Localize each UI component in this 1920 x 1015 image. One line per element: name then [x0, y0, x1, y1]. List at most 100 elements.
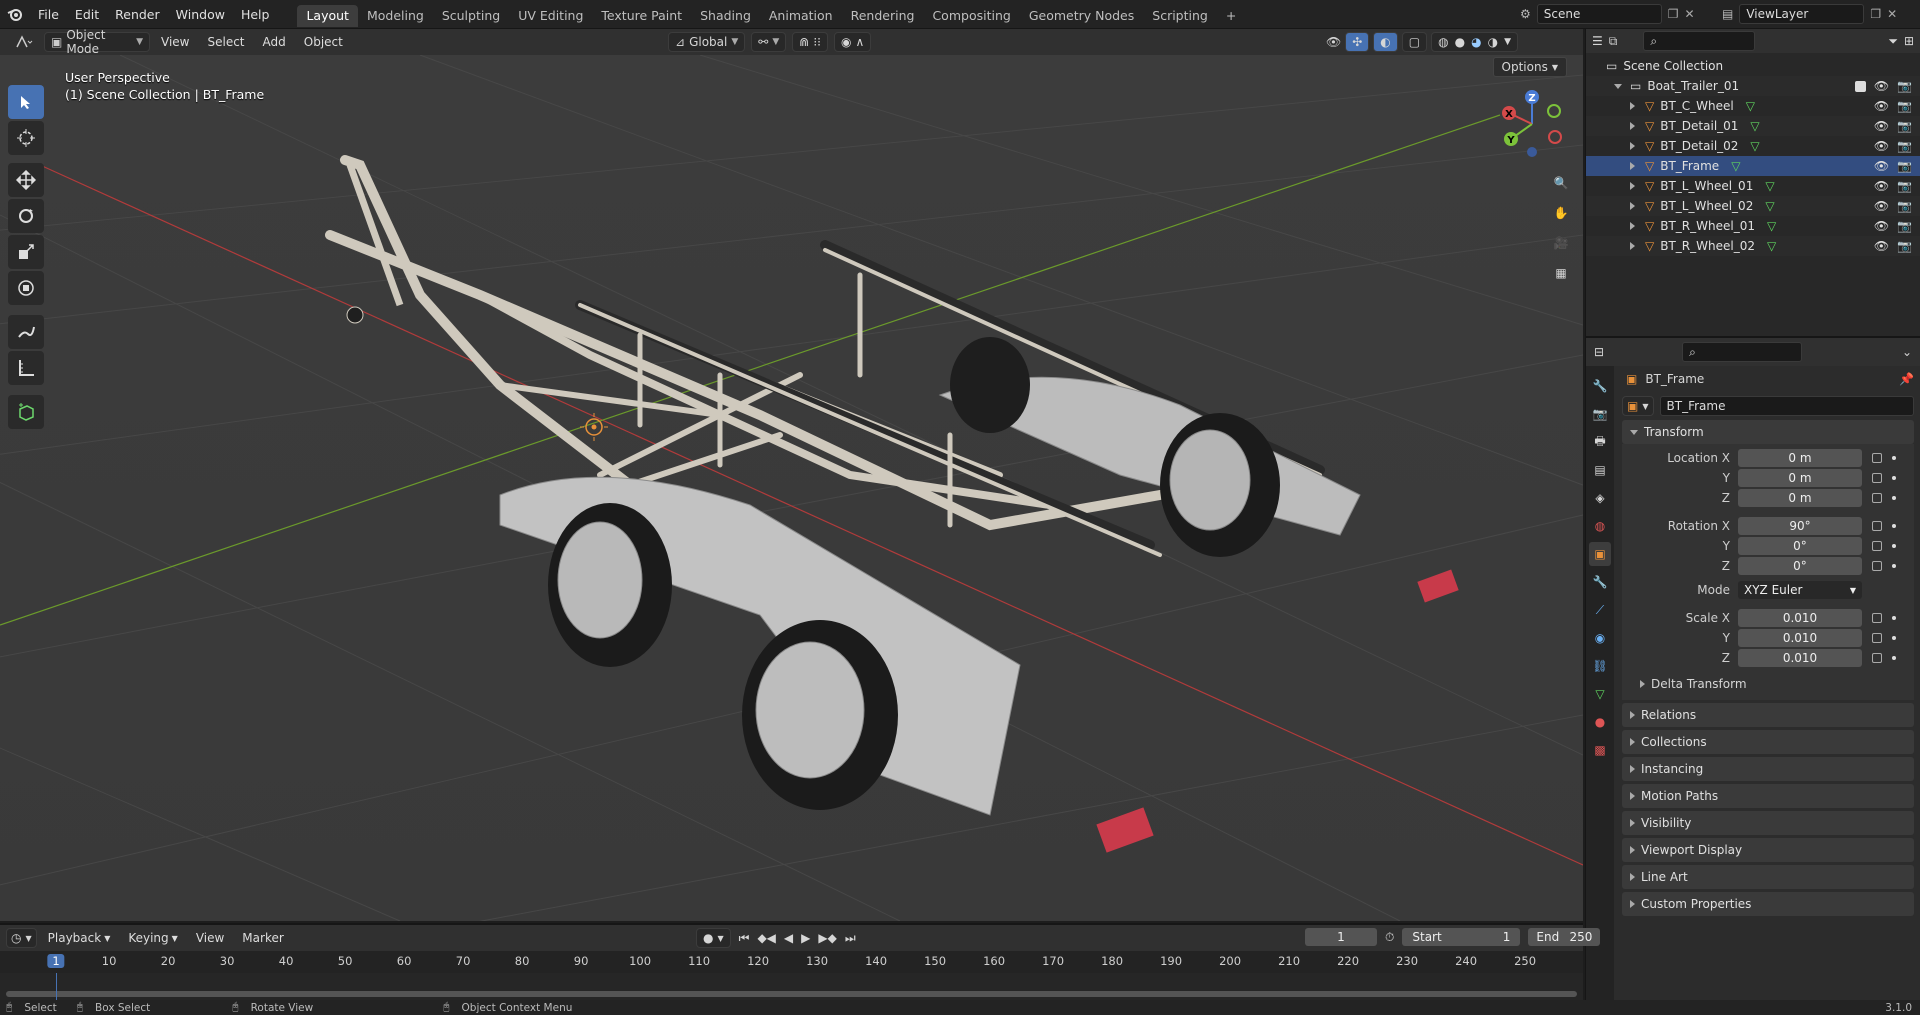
camera-render-icon[interactable]: 📷 [1897, 179, 1912, 193]
annotate-tool[interactable] [8, 315, 44, 349]
viewport-scene[interactable] [0, 55, 1583, 921]
menu-edit[interactable]: Edit [67, 0, 107, 29]
scene-tab-icon[interactable]: ◈ [1589, 486, 1611, 510]
gizmo-neg-x[interactable] [1548, 130, 1562, 144]
keyframe-dot-icon[interactable] [1892, 564, 1896, 568]
tab-sculpting[interactable]: Sculpting [433, 5, 509, 27]
eye-icon[interactable]: 👁 [1874, 219, 1889, 233]
panel-header-motion-paths[interactable]: Motion Paths [1622, 784, 1914, 808]
eye-icon[interactable]: 👁 [1874, 139, 1889, 153]
outliner-item[interactable]: ▽ BT_R_Wheel_02 ▽ 👁 📷 [1586, 236, 1920, 256]
lock-icon[interactable] [1872, 561, 1882, 571]
gizmo-neg-y[interactable] [1547, 104, 1561, 118]
ortho-toggle-button[interactable]: ▦ [1548, 260, 1574, 286]
tab-rendering[interactable]: Rendering [842, 5, 924, 27]
scale-y-field[interactable]: 0.010 [1738, 629, 1862, 647]
menu-timeline-view[interactable]: View [189, 928, 231, 948]
output-tab-icon[interactable]: 🖶 [1589, 430, 1611, 454]
lock-icon[interactable] [1872, 653, 1882, 663]
panel-header-line-art[interactable]: Line Art [1622, 865, 1914, 889]
camera-view-button[interactable]: 🎥 [1548, 230, 1574, 256]
mesh-data-icon[interactable]: ▽ [1750, 119, 1759, 133]
menu-select[interactable]: Select [200, 32, 251, 52]
eye-icon[interactable]: 👁 [1874, 99, 1889, 113]
timeline-ruler[interactable]: 1 10 20 30 40 50 60 70 80 90 100 110 120 130 140 150 160… [0, 951, 1583, 973]
lock-icon[interactable] [1872, 633, 1882, 643]
exclude-checkbox[interactable] [1854, 80, 1866, 92]
xray-toggle[interactable]: ▢ [1401, 32, 1428, 52]
keyframe-dot-icon[interactable] [1892, 476, 1896, 480]
modifier-tab-icon[interactable]: 🔧 [1589, 570, 1611, 594]
auto-keying-toggle[interactable]: ● ▼ [696, 928, 731, 948]
menu-render[interactable]: Render [107, 0, 168, 29]
tab-uv-editing[interactable]: UV Editing [509, 5, 592, 27]
copy-view-layer-icon[interactable]: ❐ [1870, 7, 1881, 21]
navigation-gizmo[interactable]: Z X Y [1497, 89, 1567, 159]
orientation-dropdown[interactable]: ⊿ Global ▼ [668, 32, 746, 52]
panel-header-custom-properties[interactable]: Custom Properties [1622, 892, 1914, 916]
mesh-data-icon[interactable]: ▽ [1767, 239, 1776, 253]
current-frame-field[interactable]: 1 [1305, 928, 1377, 946]
scale-tool[interactable] [8, 235, 44, 269]
constraints-tab-icon[interactable]: ⛓ [1589, 654, 1611, 678]
object-name-field[interactable]: BT_Frame [1659, 396, 1914, 416]
tab-shading[interactable]: Shading [691, 5, 760, 27]
mesh-data-icon[interactable]: ▽ [1765, 179, 1774, 193]
keyframe-dot-icon[interactable] [1892, 544, 1896, 548]
view-layer-icon[interactable]: ▤ [1722, 7, 1733, 21]
menu-help[interactable]: Help [233, 0, 278, 29]
material-tab-icon[interactable]: ● [1589, 710, 1611, 734]
chevron-down-icon[interactable]: ⌄ [1902, 345, 1912, 359]
delta-transform-subpanel[interactable]: Delta Transform [1622, 674, 1914, 694]
keyframe-dot-icon[interactable] [1892, 616, 1896, 620]
display-mode-icon[interactable]: ⧉ [1609, 34, 1618, 49]
scene-icon[interactable]: ⚙ [1520, 7, 1531, 21]
panel-header-instancing[interactable]: Instancing [1622, 757, 1914, 781]
outliner-item[interactable]: ▽ BT_C_Wheel ▽ 👁 📷 [1586, 96, 1920, 116]
move-tool[interactable] [8, 163, 44, 197]
tab-modeling[interactable]: Modeling [358, 5, 433, 27]
keyframe-dot-icon[interactable] [1892, 524, 1896, 528]
lock-icon[interactable] [1872, 613, 1882, 623]
scale-z-field[interactable]: 0.010 [1738, 649, 1862, 667]
location-z-field[interactable]: 0 m [1738, 489, 1862, 507]
menu-file[interactable]: File [30, 0, 67, 29]
editor-type-button[interactable]: ◷ ▼ [6, 928, 37, 948]
panel-header-collections[interactable]: Collections [1622, 730, 1914, 754]
panel-header-visibility[interactable]: Visibility [1622, 811, 1914, 835]
tool-tab-icon[interactable]: 🔧 [1589, 374, 1611, 398]
mesh-data-icon[interactable]: ▽ [1731, 159, 1740, 173]
menu-window[interactable]: Window [168, 0, 233, 29]
visibility-icon[interactable]: 👁 [1326, 35, 1341, 49]
camera-render-icon[interactable]: 📷 [1897, 139, 1912, 153]
pin-icon[interactable]: 📌 [1899, 372, 1914, 386]
measure-tool[interactable] [8, 351, 44, 385]
gizmo-toggle[interactable]: ✣ [1345, 32, 1370, 52]
keyframe-dot-icon[interactable] [1892, 636, 1896, 640]
chevron-down-icon[interactable]: ▼ [1504, 37, 1511, 47]
tab-geometry-nodes[interactable]: Geometry Nodes [1020, 5, 1143, 27]
menu-marker[interactable]: Marker [235, 928, 290, 948]
play-icon[interactable]: ▶ [801, 931, 810, 945]
eye-icon[interactable]: 👁 [1874, 199, 1889, 213]
play-reverse-icon[interactable]: ◀ [784, 931, 793, 945]
gizmo-neg-z[interactable] [1527, 147, 1537, 157]
editor-type-icon[interactable]: ☰ [1592, 34, 1603, 48]
preview-range-clock-icon[interactable]: ⏱ [1385, 930, 1394, 945]
view-layer-field[interactable]: ViewLayer [1739, 4, 1865, 24]
lock-icon[interactable] [1872, 541, 1882, 551]
mesh-data-icon[interactable]: ▽ [1765, 199, 1774, 213]
next-keyframe-icon[interactable]: ▶◆ [818, 931, 836, 945]
end-frame-field[interactable]: End 250 [1528, 928, 1601, 946]
transform-tool[interactable] [8, 271, 44, 305]
camera-render-icon[interactable]: 📷 [1897, 219, 1912, 233]
camera-render-icon[interactable]: 📷 [1897, 119, 1912, 133]
properties-search-input[interactable]: ⌕ [1682, 342, 1803, 362]
expand-arrow-icon[interactable] [1614, 83, 1622, 89]
outliner-item[interactable]: ▽ BT_R_Wheel_01 ▽ 👁 📷 [1586, 216, 1920, 236]
close-view-layer-icon[interactable]: ✕ [1887, 7, 1897, 21]
timeline-track-area[interactable] [0, 973, 1583, 1002]
select-box-tool[interactable] [8, 85, 44, 119]
filter-icon[interactable]: ⏷ [1888, 34, 1898, 49]
jump-end-icon[interactable]: ⏭ [845, 931, 856, 946]
